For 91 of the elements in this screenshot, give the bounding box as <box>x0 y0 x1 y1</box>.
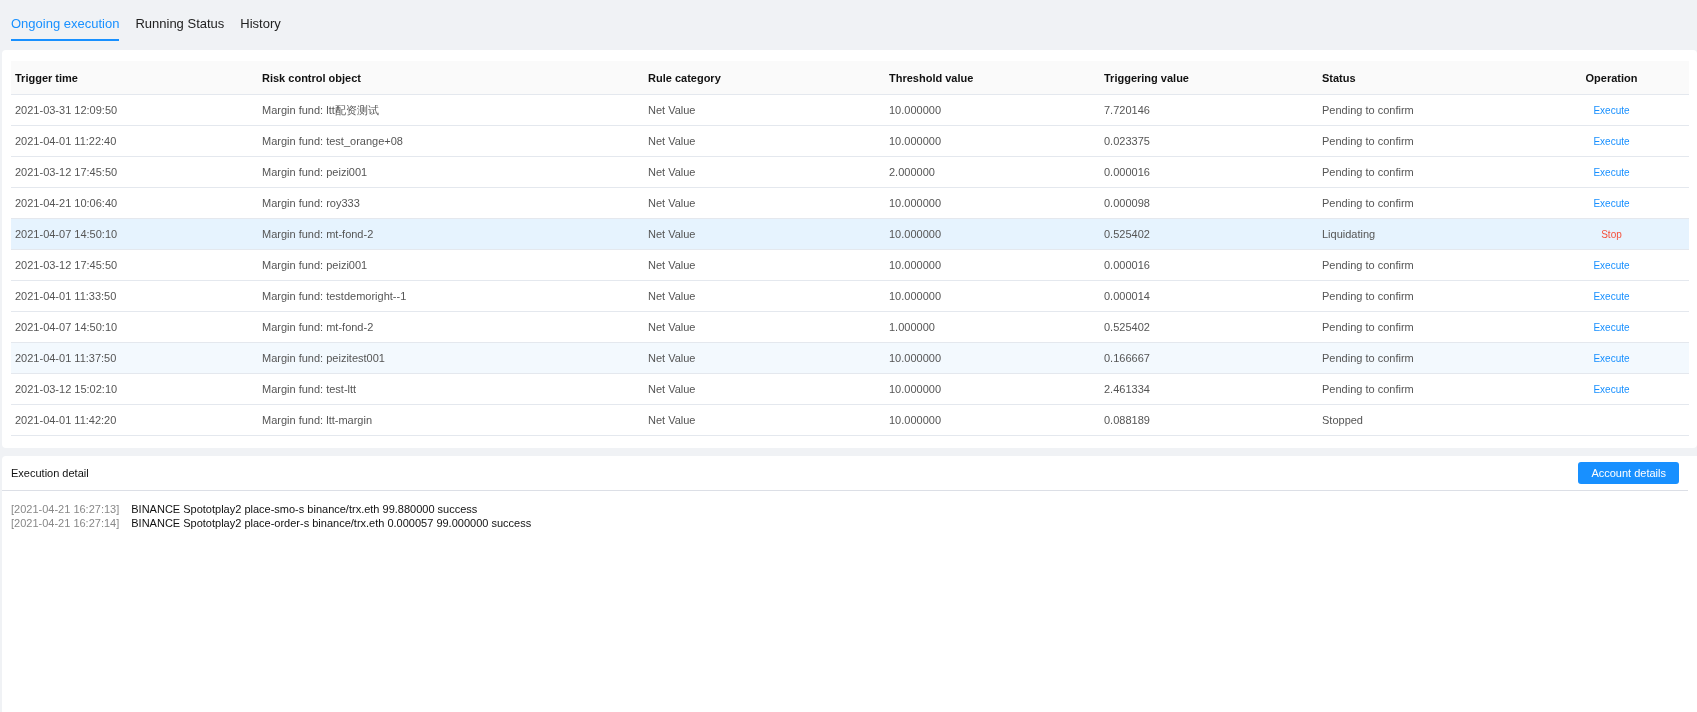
table-cell: Margin fund: roy333 <box>258 187 644 219</box>
column-header: Trigger time <box>11 61 258 95</box>
table-cell: 0.525402 <box>1100 218 1318 250</box>
column-header: Rule category <box>644 61 885 95</box>
table-cell: 10.000000 <box>885 249 1100 281</box>
table-cell: Pending to confirm <box>1318 311 1534 343</box>
column-header: Risk control object <box>258 61 644 95</box>
table-cell: Net Value <box>644 249 885 281</box>
table-cell: Pending to confirm <box>1318 373 1534 405</box>
table-cell: Margin fund: ltt配资测试 <box>258 94 644 126</box>
panel-title: Execution detail <box>11 467 89 479</box>
table-cell: Margin fund: test_orange+08 <box>258 125 644 157</box>
log-time: [2021-04-21 16:27:13] <box>11 503 120 515</box>
table-cell: 0.000014 <box>1100 280 1318 312</box>
table-cell: 2021-03-12 17:45:50 <box>11 156 258 188</box>
table-cell: 1.000000 <box>885 311 1100 343</box>
tab[interactable]: History <box>240 14 281 41</box>
table-cell: 2021-04-01 11:33:50 <box>11 280 258 312</box>
column-header: Threshold value <box>885 61 1100 95</box>
table-cell: 2021-04-21 10:06:40 <box>11 187 258 219</box>
table-cell: Net Value <box>644 342 885 374</box>
table-cell: Margin fund: test-ltt <box>258 373 644 405</box>
table-cell: 2.000000 <box>885 156 1100 188</box>
table-cell: 2021-04-01 11:22:40 <box>11 125 258 157</box>
table-cell: Net Value <box>644 187 885 219</box>
table-cell: 10.000000 <box>885 125 1100 157</box>
tab[interactable]: Running Status <box>135 14 225 41</box>
table-cell: Margin fund: mt-fond-2 <box>258 311 644 343</box>
table-row[interactable]: 2021-04-01 11:37:50 Margin fund: peizitest001 Net Value 10.000000 0.166667 Pending to confirm Execute <box>11 342 1689 374</box>
table-cell: Net Value <box>644 311 885 343</box>
table-cell: Margin fund: peizitest001 <box>258 342 644 374</box>
table-cell: Pending to confirm <box>1318 342 1534 374</box>
table-cell: 0.000016 <box>1100 156 1318 188</box>
table-cell: Margin fund: peizi001 <box>258 249 644 281</box>
table-cell: 10.000000 <box>885 342 1100 374</box>
table-cell: Net Value <box>644 280 885 312</box>
table-cell: Pending to confirm <box>1318 125 1534 157</box>
table-cell: Liquidating <box>1318 218 1534 250</box>
column-header: Operation <box>1534 61 1689 95</box>
table-row[interactable]: 2021-04-21 10:06:40 Margin fund: roy333 Net Value 10.000000 0.000098 Pending to confirm Execute <box>11 187 1689 219</box>
table-cell: Net Value <box>644 404 885 436</box>
table-cell: Pending to confirm <box>1318 187 1534 219</box>
table-row[interactable]: 2021-03-12 15:02:10 Margin fund: test-ltt Net Value 10.000000 2.461334 Pending to confirm Execute <box>11 373 1689 405</box>
table-row[interactable]: 2021-04-07 14:50:10 Margin fund: mt-fond-2 Net Value 1.000000 0.525402 Pending to confirm Execute <box>11 311 1689 343</box>
table-cell: Pending to confirm <box>1318 156 1534 188</box>
table-cell: Net Value <box>644 125 885 157</box>
table-cell: 2021-04-01 11:37:50 <box>11 342 258 374</box>
table-cell: 2021-04-07 14:50:10 <box>11 311 258 343</box>
table-cell: 7.720146 <box>1100 94 1318 126</box>
table-cell: 10.000000 <box>885 404 1100 436</box>
table-cell: Net Value <box>644 156 885 188</box>
table-cell: 2021-03-12 15:02:10 <box>11 373 258 405</box>
table-cell: 10.000000 <box>885 373 1100 405</box>
table-cell: Stopped <box>1318 404 1534 436</box>
table-cell: Net Value <box>644 373 885 405</box>
table-cell: 2021-03-31 12:09:50 <box>11 94 258 126</box>
table-cell: Pending to confirm <box>1318 94 1534 126</box>
log-message: BINANCE Spototplay2 place-smo-s binance/trx.eth 99.880000 success <box>131 503 478 515</box>
table-cell: 0.023375 <box>1100 125 1318 157</box>
table-cell: Margin fund: peizi001 <box>258 156 644 188</box>
log-message: BINANCE Spototplay2 place-order-s binance/trx.eth 0.000057 99.000000 success <box>131 517 532 529</box>
table-cell: Pending to confirm <box>1318 249 1534 281</box>
table-cell: Margin fund: testdemoright--1 <box>258 280 644 312</box>
table-cell: Net Value <box>644 94 885 126</box>
table-row[interactable]: 2021-04-01 11:42:20 Margin fund: ltt-margin Net Value 10.000000 0.088189 Stopped <box>11 404 1689 436</box>
table-cell: Margin fund: ltt-margin <box>258 404 644 436</box>
table-cell: 10.000000 <box>885 187 1100 219</box>
table-cell: 2.461334 <box>1100 373 1318 405</box>
table-cell: Pending to confirm <box>1318 280 1534 312</box>
table-cell: 2021-03-12 17:45:50 <box>11 249 258 281</box>
table-cell: 0.088189 <box>1100 404 1318 436</box>
table-cell: 0.525402 <box>1100 311 1318 343</box>
table-cell: Net Value <box>644 218 885 250</box>
table-row[interactable]: 2021-03-12 17:45:50 Margin fund: peizi001 Net Value 2.000000 0.000016 Pending to confirm Execute <box>11 156 1689 188</box>
table-cell: 2021-04-07 14:50:10 <box>11 218 258 250</box>
column-header: Triggering value <box>1100 61 1318 95</box>
table-cell: 10.000000 <box>885 94 1100 126</box>
table-row[interactable]: 2021-04-01 11:33:50 Margin fund: testdemoright--1 Net Value 10.000000 0.000014 Pending to confirm Execute <box>11 280 1689 312</box>
table-cell: 0.000098 <box>1100 187 1318 219</box>
table-cell: 2021-04-01 11:42:20 <box>11 404 258 436</box>
table-cell: Margin fund: mt-fond-2 <box>258 218 644 250</box>
table-cell: 0.166667 <box>1100 342 1318 374</box>
table-cell: 10.000000 <box>885 218 1100 250</box>
table-cell: 10.000000 <box>885 280 1100 312</box>
log-time: [2021-04-21 16:27:14] <box>11 517 120 529</box>
table-cell: 0.000016 <box>1100 249 1318 281</box>
column-header: Status <box>1318 61 1534 95</box>
table-row[interactable]: 2021-03-31 12:09:50 Margin fund: ltt配资测试 Net Value 10.000000 7.720146 Pending to confirm Execute <box>11 94 1689 126</box>
table-row[interactable]: 2021-03-12 17:45:50 Margin fund: peizi001 Net Value 10.000000 0.000016 Pending to confirm Execute <box>11 249 1689 281</box>
table-row[interactable]: 2021-04-07 14:50:10 Margin fund: mt-fond-2 Net Value 10.000000 0.525402 Liquidating Stop <box>11 218 1689 250</box>
table-row[interactable]: 2021-04-01 11:22:40 Margin fund: test_orange+08 Net Value 10.000000 0.023375 Pending to confirm Execute <box>11 125 1689 157</box>
